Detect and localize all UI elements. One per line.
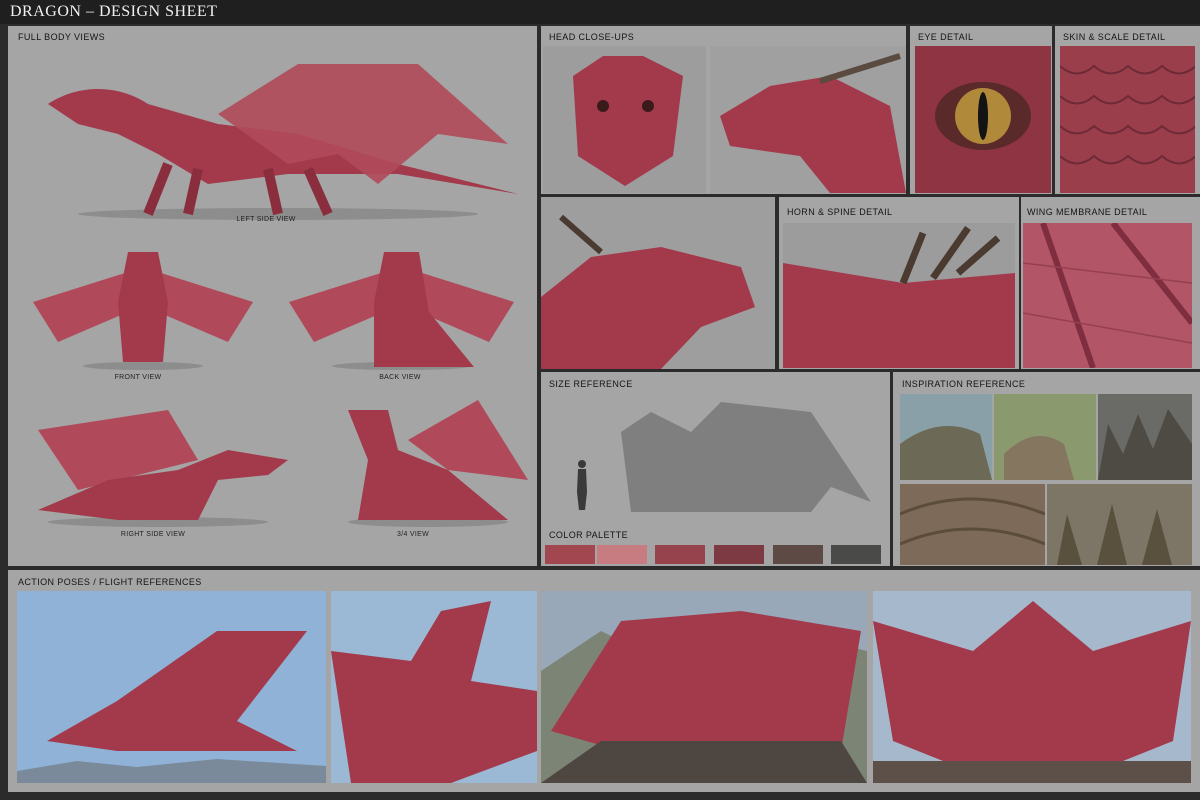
size-reference-label: SIZE REFERENCE	[549, 379, 633, 389]
palette-swatch-2	[597, 545, 647, 564]
skin-scale-label: SKIN & SCALE DETAIL	[1063, 32, 1166, 42]
action-mountain-image	[541, 591, 867, 783]
palette-swatch-5	[773, 545, 823, 564]
action-stance-image	[873, 591, 1191, 783]
head-profile-image	[710, 46, 906, 193]
inspiration-scales-image	[900, 484, 1045, 565]
right-side-view-image	[18, 390, 298, 530]
three-quarter-view-image	[328, 390, 528, 530]
head-closeups-panel: HEAD CLOSE-UPS	[541, 26, 906, 194]
horn-spine-panel: HORN & SPINE DETAIL	[779, 197, 1019, 369]
inspiration-label: INSPIRATION REFERENCE	[902, 379, 1026, 389]
eye-detail-panel: EYE DETAIL	[910, 26, 1052, 194]
size-reference-panel: SIZE REFERENCE COLOR PALETTE	[541, 372, 890, 566]
full-body-label: FULL BODY VIEWS	[18, 32, 106, 42]
head-closeups-label: HEAD CLOSE-UPS	[549, 32, 635, 42]
front-view-image	[18, 232, 268, 372]
palette-swatch-6	[831, 545, 881, 564]
left-side-view-image	[38, 44, 528, 224]
palette-swatch-4	[714, 545, 764, 564]
horn-spine-label: HORN & SPINE DETAIL	[787, 207, 893, 217]
page-title: DRAGON – DESIGN SHEET	[10, 3, 218, 20]
back-view-image	[274, 232, 529, 372]
back-view-caption: BACK VIEW	[379, 374, 421, 381]
full-body-panel: FULL BODY VIEWS LEFT SIDE VIEW FRONT VIE…	[8, 26, 537, 566]
size-silhouette-image	[571, 392, 881, 512]
horn-spine-image	[783, 223, 1015, 368]
eye-detail-image	[915, 46, 1051, 193]
wing-membrane-panel: WING MEMBRANE DETAIL	[1021, 197, 1200, 369]
action-poses-label: ACTION POSES / FLIGHT REFERENCES	[18, 577, 202, 587]
skin-scale-panel: SKIN & SCALE DETAIL	[1055, 26, 1200, 194]
title-bar: DRAGON – DESIGN SHEET	[0, 0, 1200, 24]
front-view-caption: FRONT VIEW	[114, 374, 162, 381]
color-palette-label: COLOR PALETTE	[549, 530, 629, 540]
wing-membrane-image	[1023, 223, 1192, 368]
head-front-image	[543, 46, 706, 193]
inspiration-panel: INSPIRATION REFERENCE	[893, 372, 1200, 566]
eye-detail-label: EYE DETAIL	[918, 32, 974, 42]
inspiration-spikes-image	[1098, 394, 1192, 480]
inspiration-lizard-1-image	[900, 394, 992, 480]
inspiration-lizard-2-image	[994, 394, 1096, 480]
head-side-closeup-image	[541, 197, 775, 369]
three-quarter-view-caption: 3/4 VIEW	[397, 531, 429, 538]
inspiration-claws-image	[1047, 484, 1192, 565]
left-side-view-caption: LEFT SIDE VIEW	[236, 216, 296, 223]
skin-scale-image	[1060, 46, 1195, 193]
right-side-view-caption: RIGHT SIDE VIEW	[120, 531, 186, 538]
palette-swatch-3	[655, 545, 705, 564]
action-flight-image	[17, 591, 326, 783]
palette-swatch-1	[545, 545, 595, 564]
action-roar-image	[331, 591, 537, 783]
action-poses-panel: ACTION POSES / FLIGHT REFERENCES	[8, 570, 1200, 792]
wing-membrane-label: WING MEMBRANE DETAIL	[1027, 207, 1148, 217]
